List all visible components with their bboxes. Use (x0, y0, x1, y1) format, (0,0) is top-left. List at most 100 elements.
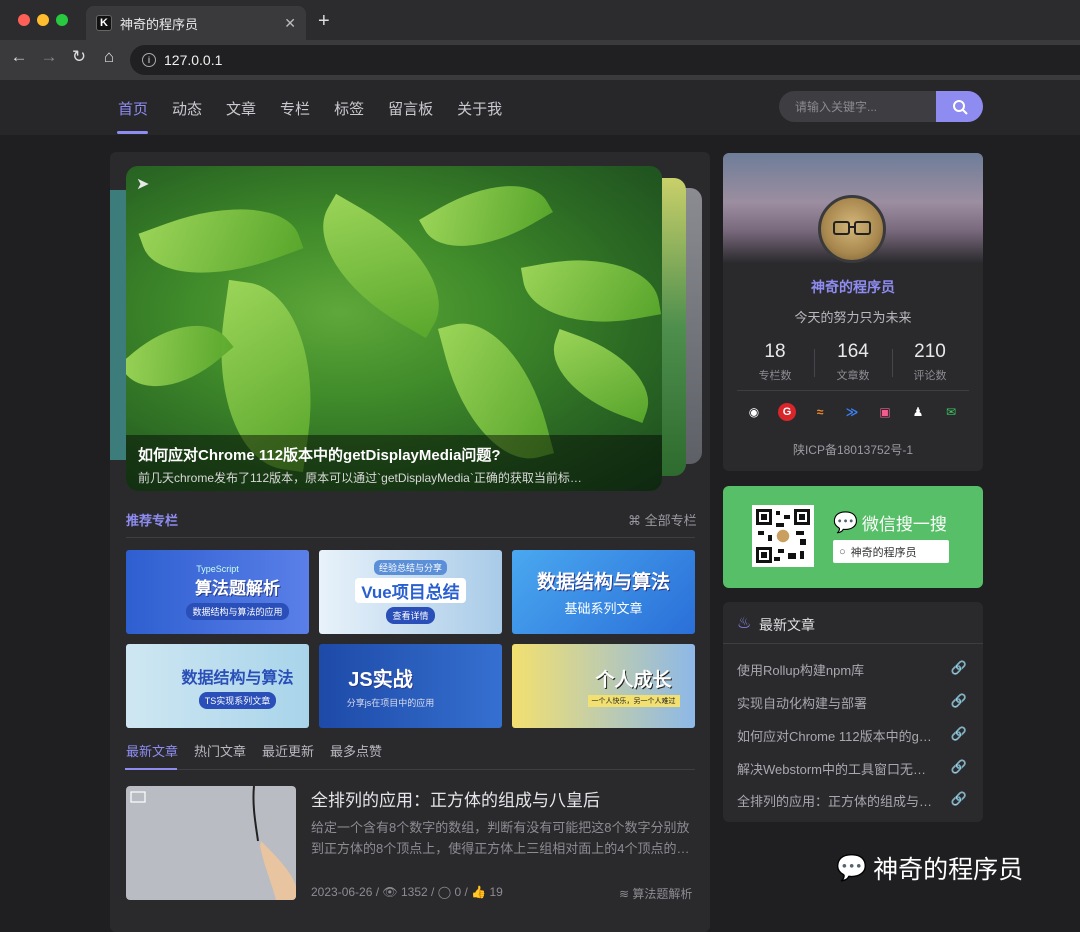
post-tabs: 最新文章 热门文章 最近更新 最多点赞 (126, 741, 398, 760)
juejin-icon[interactable]: ≫ (843, 403, 861, 421)
icp-license[interactable]: 陕ICP备18013752号-1 (723, 441, 983, 458)
tab-latest[interactable]: 最新文章 (126, 741, 178, 760)
home-icon[interactable]: ⌂ (98, 47, 120, 67)
browser-tab[interactable]: K 神奇的程序员 ✕ (86, 6, 306, 40)
latest-article-item[interactable]: 实现自动化构建与部署 🔗 (737, 693, 967, 712)
section-divider (126, 537, 695, 538)
nav-item-home[interactable]: 首页 (118, 98, 148, 119)
tab-title: 神奇的程序员 (120, 16, 199, 32)
column-card[interactable]: JS实战 分享js在项目中的应用 (319, 644, 502, 728)
main-nav: 首页 动态 文章 专栏 标签 留言板 关于我 (118, 98, 526, 119)
column-card-top: TypeScript (196, 564, 239, 574)
profile-card: 神奇的程序员 今天的努力只为未来 18 专栏数 164 文章数 210 评论数 ◉ G… (723, 153, 983, 471)
wechat-search-text: 神奇的程序员 (850, 546, 917, 559)
leaf-image (138, 182, 304, 300)
fire-icon: ♨ (737, 615, 752, 632)
wechat-search-title: 💬 微信搜一搜 (833, 510, 947, 535)
post-thumbnail-image (130, 786, 296, 900)
github-icon[interactable]: ◉ (745, 403, 763, 421)
nav-active-indicator (117, 131, 148, 134)
comment-icon: ◯ (437, 885, 455, 899)
post-comments: 0 (454, 885, 462, 899)
profile-name[interactable]: 神奇的程序员 (723, 277, 983, 297)
stat-columns-value: 18 (764, 341, 786, 362)
nav-item-tags[interactable]: 标签 (334, 98, 364, 119)
post-meta: 2023-06-26 / 👁 1352 / ◯ 0 / 👍 19 (311, 885, 503, 899)
new-tab-button[interactable]: + (318, 10, 330, 33)
carousel-title[interactable]: 如何应对Chrome 112版本中的getDisplayMedia问题? (138, 444, 650, 465)
nav-item-about[interactable]: 关于我 (457, 98, 502, 119)
rss-icon[interactable]: ≈ (811, 403, 829, 421)
maximize-window-button[interactable] (56, 14, 68, 26)
qr-code (752, 505, 814, 567)
latest-article-item[interactable]: 使用Rollup构建npm库 🔗 (737, 660, 967, 679)
close-tab-icon[interactable]: ✕ (284, 15, 296, 32)
post-likes: 19 (489, 885, 503, 899)
nav-item-guestbook[interactable]: 留言板 (388, 98, 433, 119)
search-button[interactable] (936, 91, 983, 122)
nav-item-columns[interactable]: 专栏 (280, 98, 310, 119)
column-card-title: 数据结构与算法 (181, 669, 294, 687)
column-card-top: 经验总结与分享 (373, 560, 447, 575)
latest-article-item[interactable]: 全排列的应用：正方体的组成与… 🔗 (737, 791, 967, 810)
column-card-title: JS实战 (348, 669, 413, 691)
watermark-text: 神奇的程序员 (873, 856, 1024, 884)
minimize-window-button[interactable] (37, 14, 49, 26)
leaf-image (539, 328, 662, 424)
column-card[interactable]: 个人成长 一个人快乐，另一个人难过 (512, 644, 695, 728)
qr-code-image (756, 509, 810, 563)
watermark: 💬 神奇的程序员 (836, 850, 1023, 886)
all-columns-label: 全部专栏 (644, 513, 697, 528)
address-bar[interactable]: i 127.0.0.1 (130, 45, 1080, 75)
column-card-subtitle: 分享js在项目中的应用 (346, 698, 435, 708)
search-input[interactable] (779, 91, 937, 122)
stat-columns[interactable]: 18 专栏数 (735, 341, 815, 383)
column-card-title: Vue项目总结 (355, 578, 466, 603)
latest-divider (723, 643, 983, 644)
link-icon: 🔗 (950, 726, 967, 741)
eye-icon: 👁 (382, 885, 401, 899)
column-card-subtitle: 数据结构与算法的应用 (186, 603, 289, 620)
tab-popular[interactable]: 热门文章 (194, 741, 246, 760)
avatar[interactable] (818, 195, 886, 263)
leaf-image (520, 245, 662, 337)
qq-icon[interactable]: ♟ (909, 403, 927, 421)
close-window-button[interactable] (18, 14, 30, 26)
leaf-image (419, 166, 553, 272)
carousel-main-slide[interactable]: ➤ 如何应对Chrome 112版本中的getDisplayMedia问题? 前… (126, 166, 662, 491)
all-columns-link[interactable]: ⌘ 全部专栏 (628, 510, 697, 529)
gitee-icon[interactable]: G (778, 403, 796, 421)
wechat-search-box[interactable]: ○ 神奇的程序员 (833, 540, 949, 563)
latest-article-title: 使用Rollup构建npm库 (737, 663, 865, 678)
forward-icon[interactable]: → (38, 47, 60, 67)
post-title[interactable]: 全排列的应用：正方体的组成与八皇后 (311, 786, 600, 811)
site-info-icon[interactable]: i (142, 53, 156, 67)
column-card[interactable]: TypeScript 算法题解析 数据结构与算法的应用 (126, 550, 309, 634)
reload-icon[interactable]: ↻ (68, 47, 90, 67)
wechat-icon[interactable]: ✉ (942, 403, 960, 421)
latest-articles-card: ♨ 最新文章 使用Rollup构建npm库 🔗 实现自动化构建与部署 🔗 如何应对C… (723, 602, 983, 822)
nav-item-articles[interactable]: 文章 (226, 98, 256, 119)
carousel-caption: 如何应对Chrome 112版本中的getDisplayMedia问题? 前几天… (126, 435, 662, 491)
bilibili-icon[interactable]: ▣ (876, 403, 894, 421)
latest-article-item[interactable]: 解决Webstorm中的工具窗口无… 🔗 (737, 759, 967, 778)
post-category[interactable]: ≋ 算法题解析 (619, 885, 692, 902)
wechat-logo-icon: 💬 (836, 853, 868, 882)
column-card[interactable]: 经验总结与分享 Vue项目总结 查看详情 (319, 550, 502, 634)
search-icon (952, 99, 968, 115)
profile-motto: 今天的努力只为未来 (794, 310, 912, 325)
tab-updated[interactable]: 最近更新 (262, 741, 314, 760)
latest-article-item[interactable]: 如何应对Chrome 112版本中的g… 🔗 (737, 726, 967, 745)
nav-item-activity[interactable]: 动态 (172, 98, 202, 119)
tab-most-liked[interactable]: 最多点赞 (330, 741, 382, 760)
post-excerpt: 给定一个含有8个数字的数组，判断有没有可能把这8个数字分别放到正方体的8个顶点上… (311, 820, 690, 856)
post-date: 2023-06-26 (311, 885, 373, 899)
post-thumbnail[interactable] (126, 786, 296, 900)
stat-comments[interactable]: 210 评论数 (890, 341, 970, 383)
back-icon[interactable]: ← (8, 47, 30, 67)
column-card[interactable]: 数据结构与算法 基础系列文章 (512, 550, 695, 634)
favicon-icon: K (96, 15, 112, 31)
search-icon: ○ (839, 545, 846, 558)
stat-articles[interactable]: 164 文章数 (813, 341, 893, 383)
column-card[interactable]: 数据结构与算法 TS实现系列文章 (126, 644, 309, 728)
